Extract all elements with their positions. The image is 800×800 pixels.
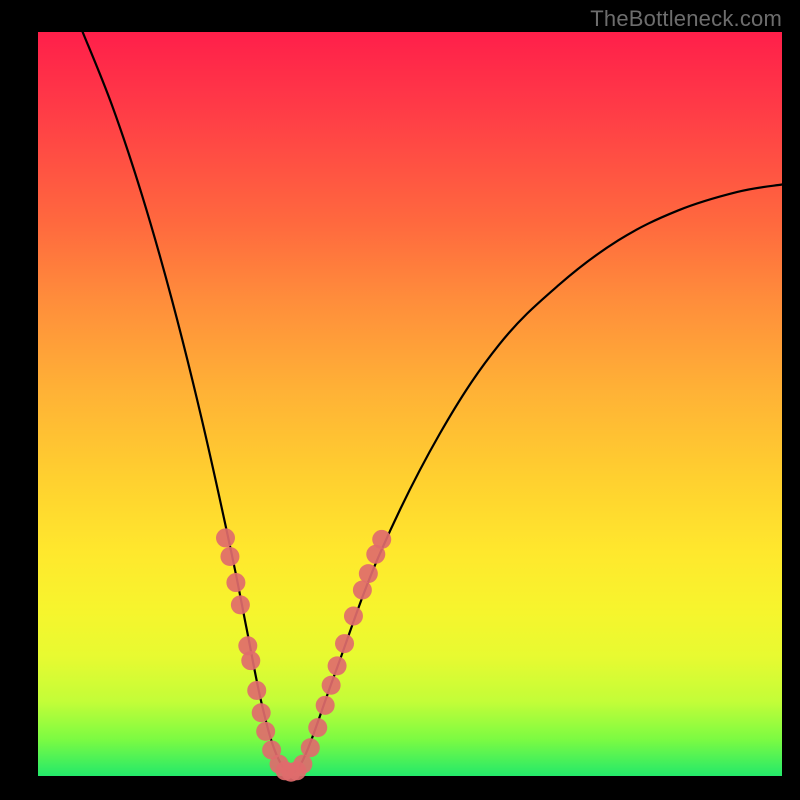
bottleneck-curve (83, 32, 782, 772)
highlight-dot (308, 718, 327, 737)
highlight-dot (220, 547, 239, 566)
highlight-dot (241, 651, 260, 670)
highlight-dot (328, 656, 347, 675)
highlight-dot (216, 528, 235, 547)
highlight-dot (252, 703, 271, 722)
chart-frame: TheBottleneck.com (0, 0, 800, 800)
chart-svg (38, 32, 782, 776)
highlight-dot (335, 634, 354, 653)
highlight-dot (231, 595, 250, 614)
highlight-dot (344, 607, 363, 626)
highlight-dot (293, 755, 312, 774)
highlight-dot (247, 681, 266, 700)
highlight-dot (226, 573, 245, 592)
highlight-dot (359, 564, 378, 583)
highlight-dot (301, 738, 320, 757)
highlight-dot (256, 722, 275, 741)
highlight-dot (372, 530, 391, 549)
plot-area (38, 32, 782, 776)
highlight-dot (316, 696, 335, 715)
highlight-dot (322, 676, 341, 695)
highlight-dot (353, 581, 372, 600)
watermark-text: TheBottleneck.com (590, 6, 782, 32)
highlight-dots (216, 528, 391, 781)
